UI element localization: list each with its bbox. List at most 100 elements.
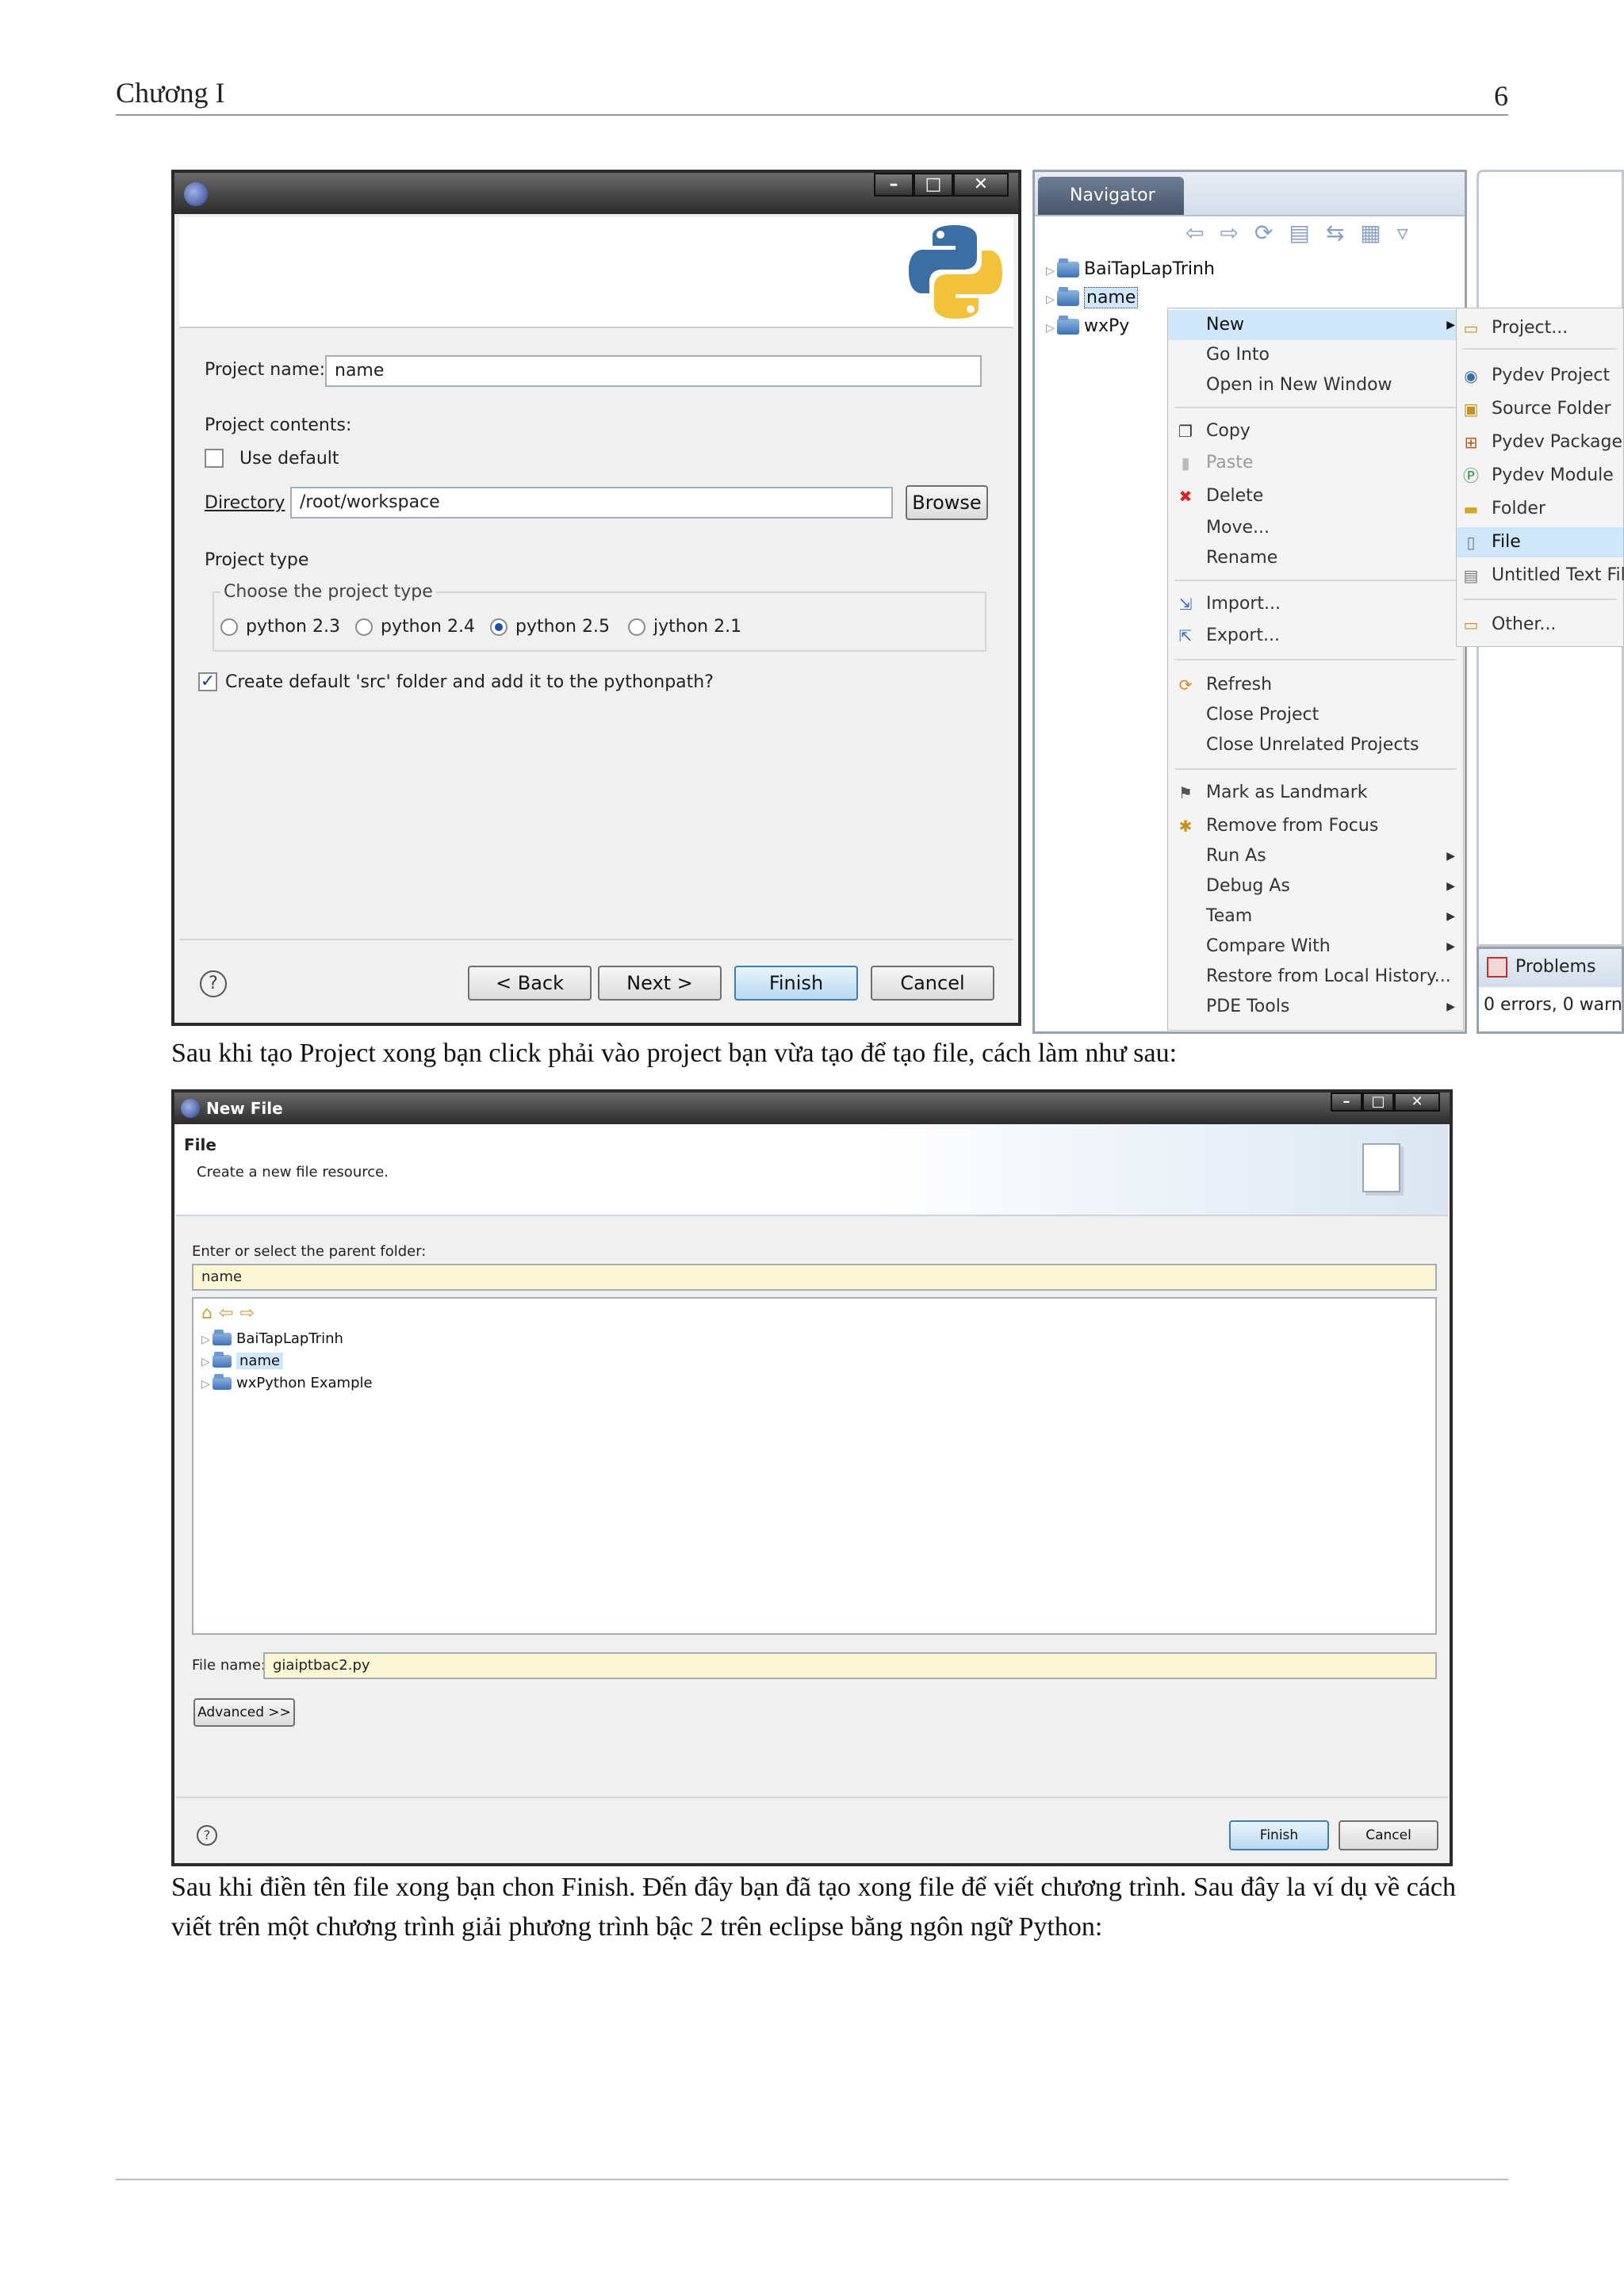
menu-item-close-unrelated[interactable]: Close Unrelated Projects [1168,730,1463,760]
menu-item-export[interactable]: ⇱ Export... [1168,621,1463,651]
source-folder-icon: ▣ [1463,400,1479,419]
browse-button[interactable]: Browse [906,485,988,520]
radio-python-2-4[interactable] [355,618,373,636]
submenu-item-pydev-module[interactable]: Ⓟ Pydev Module [1457,461,1623,491]
submenu-item-folder[interactable]: ▬ Folder [1457,494,1623,524]
menu-item-pde-tools[interactable]: PDE Tools ▶ [1168,992,1463,1022]
menu-item-open-new-window[interactable]: Open in New Window [1168,370,1463,400]
submenu-item-other[interactable]: ▭ Other... [1457,610,1623,640]
new-submenu: ▭ Project... ◉ Pydev Project ▣ Source Folde… [1456,308,1624,647]
submenu-item-file[interactable]: ▯ File [1457,527,1623,557]
minimize-button[interactable]: – [1331,1093,1362,1112]
page-number: 6 [1494,80,1508,112]
back-button[interactable]: < Back [468,966,592,1001]
menu-item-refresh[interactable]: ⟳ Refresh [1168,670,1463,700]
menu-item-run-as[interactable]: Run As ▶ [1168,841,1463,871]
next-button[interactable]: Next > [598,966,722,1001]
project-folder-icon [213,1352,232,1368]
tree-item-selected[interactable]: ▷ name [201,1352,284,1369]
problems-tab-label: Problems [1515,957,1596,977]
project-type-label: Project type [205,550,309,570]
menu-item-close-project[interactable]: Close Project [1168,700,1463,730]
menu-item-rename[interactable]: Rename [1168,543,1463,573]
maximize-button[interactable]: □ [914,173,953,197]
tree-item[interactable]: ▷ BaiTapLapTrinh [201,1330,343,1347]
close-button[interactable]: ✕ [953,173,1009,197]
navigator-tab[interactable]: Navigator ✕ [1038,177,1184,243]
chapter-title: Chương I [116,77,225,109]
project-name-input[interactable]: name [325,355,982,387]
export-icon: ⇱ [1178,626,1193,645]
help-icon[interactable]: ? [197,1825,217,1846]
cancel-button[interactable]: Cancel [1339,1820,1438,1850]
directory-input[interactable]: /root/workspace [290,487,893,519]
menu-separator [1174,407,1457,408]
menu-item-copy[interactable]: ❐ Copy [1168,416,1463,446]
menu-item-team[interactable]: Team ▶ [1168,901,1463,932]
advanced-button[interactable]: Advanced >> [193,1698,295,1727]
menu-separator [1174,768,1457,770]
tree-item[interactable]: ▷ BaiTapLapTrinh [1046,258,1215,279]
copy-icon: ❐ [1178,422,1193,441]
project-name-label: Project name: [205,360,326,380]
radio-python-2-3[interactable] [220,618,238,636]
choose-type-label: Choose the project type [220,582,436,602]
tree-item[interactable]: ▷ wxPy [1046,316,1129,336]
menu-item-mark-landmark[interactable]: ⚑ Mark as Landmark [1168,778,1463,808]
submenu-item-untitled-text[interactable]: ▤ Untitled Text File [1457,561,1624,591]
menu-item-compare-with[interactable]: Compare With ▶ [1168,932,1463,962]
submenu-item-pydev-project[interactable]: ◉ Pydev Project [1457,361,1623,391]
banner-heading: File [184,1135,216,1154]
menu-item-debug-as[interactable]: Debug As ▶ [1168,871,1463,901]
menu-item-delete[interactable]: ✖ Delete [1168,481,1463,511]
paragraph-instructions-2: Sau khi điền tên file xong bạn chon Fini… [171,1873,1456,1942]
project-folder-icon [213,1374,232,1390]
maximize-button[interactable]: □ [1362,1093,1394,1112]
banner-description: Create a new file resource. [197,1164,389,1181]
view-toolbar-icons: ⇦⇨⟳▤⇆▦▿ [1185,220,1424,246]
project-folder-icon [1057,258,1079,277]
close-icon[interactable]: ✕ [1081,224,1095,243]
menu-item-remove-focus[interactable]: ✱ Remove from Focus [1168,811,1463,841]
refresh-icon: ⟳ [1178,675,1193,695]
submenu-item-source-folder[interactable]: ▣ Source Folder [1457,394,1623,424]
button-divider [176,1797,1448,1798]
minimize-button[interactable]: – [874,173,914,197]
eclipse-icon [181,1099,200,1118]
landmark-icon: ⚑ [1178,783,1193,802]
parent-folder-input[interactable]: name [192,1264,1437,1291]
file-name-input[interactable]: giaiptbac2.py [263,1652,1437,1679]
new-project-icon: ▭ [1463,319,1479,338]
radio-python-2-5[interactable] [490,618,508,636]
new-project-dialog: – □ ✕ Project name: name Project content… [171,170,1021,1026]
menu-item-restore-history[interactable]: Restore from Local History... [1168,962,1463,992]
problems-tab[interactable]: Problems [1479,949,1622,987]
menu-item-move[interactable]: Move... [1168,513,1463,543]
create-src-checkbox[interactable]: ✓ [198,672,217,691]
use-default-label: Use default [239,449,339,469]
menu-item-new[interactable]: New ▶ [1168,310,1463,340]
finish-button[interactable]: Finish [1229,1820,1329,1850]
menu-item-go-into[interactable]: Go Into [1168,340,1463,370]
close-button[interactable]: ✕ [1394,1093,1440,1112]
menu-item-import[interactable]: ⇲ Import... [1168,589,1463,619]
paragraph-instructions-1: Sau khi tạo Project xong bạn click phải … [171,1039,1178,1068]
help-icon[interactable]: ? [200,970,227,997]
menu-separator [1174,580,1457,581]
finish-button[interactable]: Finish [734,966,858,1001]
paste-icon: ▮ [1181,453,1190,473]
menu-separator [1463,599,1617,600]
context-menu: New ▶ Go Into Open in New Window ❐ Copy ▮ P… [1167,308,1464,1031]
parent-folder-label: Enter or select the parent folder: [192,1243,427,1260]
project-folder-icon [1057,287,1079,306]
tree-item[interactable]: ▷ wxPython Example [201,1374,373,1391]
submenu-item-project[interactable]: ▭ Project... [1457,313,1623,343]
cancel-button[interactable]: Cancel [871,966,994,1001]
tree-item-selected[interactable]: ▷ name [1046,287,1139,308]
menu-item-paste: ▮ Paste [1168,448,1463,478]
import-icon: ⇲ [1178,595,1193,614]
radio-jython-2-1[interactable] [628,618,645,636]
eclipse-icon [184,182,208,206]
use-default-checkbox[interactable] [205,449,224,468]
submenu-item-pydev-package[interactable]: ⊞ Pydev Package [1457,427,1623,457]
